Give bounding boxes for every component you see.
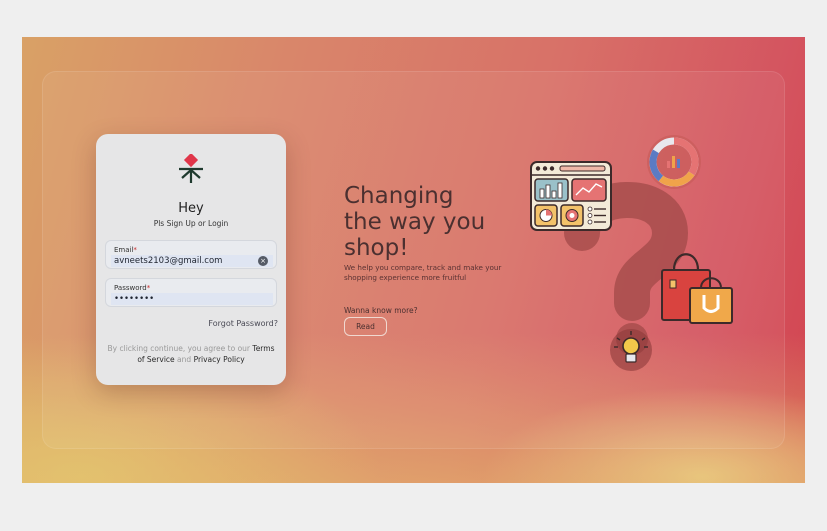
- more-label: Wanna know more?: [344, 306, 418, 315]
- donut-chart-icon: [647, 135, 701, 189]
- password-input[interactable]: ••••••••: [111, 293, 273, 305]
- password-label: Password*: [114, 284, 151, 292]
- terms-and: and: [177, 355, 192, 364]
- hero-title: Changing the way you shop!: [344, 183, 494, 261]
- email-label: Email*: [114, 246, 137, 254]
- required-marker: *: [133, 246, 137, 254]
- privacy-policy-link[interactable]: Privacy Policy: [194, 355, 245, 364]
- email-input[interactable]: avneets2103@gmail.com: [111, 255, 273, 267]
- required-marker: *: [146, 284, 151, 292]
- login-card: Hey Pls Sign Up or Login Email* avneets2…: [96, 134, 286, 385]
- password-field[interactable]: Password* ••••••••: [105, 278, 277, 307]
- login-title: Hey: [178, 201, 204, 216]
- forgot-password-link[interactable]: Forgot Password?: [208, 319, 278, 328]
- login-subtitle: Pls Sign Up or Login: [153, 219, 229, 228]
- shopping-illustration: [530, 135, 733, 371]
- hero-title-line-1: Changing: [344, 183, 454, 209]
- email-field[interactable]: Email* avneets2103@gmail.com ×: [105, 240, 277, 269]
- hero-subtitle: We help you compare, track and make your…: [344, 263, 502, 282]
- read-button[interactable]: Read: [344, 317, 387, 336]
- terms-prefix: By clicking continue, you agree to our: [107, 344, 250, 353]
- dashboard-window-icon: [530, 161, 612, 231]
- leaf-diamond-logo-icon: [179, 154, 203, 183]
- idea-bulb-icon: [610, 329, 652, 371]
- terms-notice: By clicking continue, you agree to our T…: [106, 343, 276, 365]
- hero-title-line-2: the way you: [344, 209, 486, 235]
- hero-title-line-3: shop!: [344, 235, 409, 261]
- clear-circle-x-icon[interactable]: ×: [258, 256, 268, 266]
